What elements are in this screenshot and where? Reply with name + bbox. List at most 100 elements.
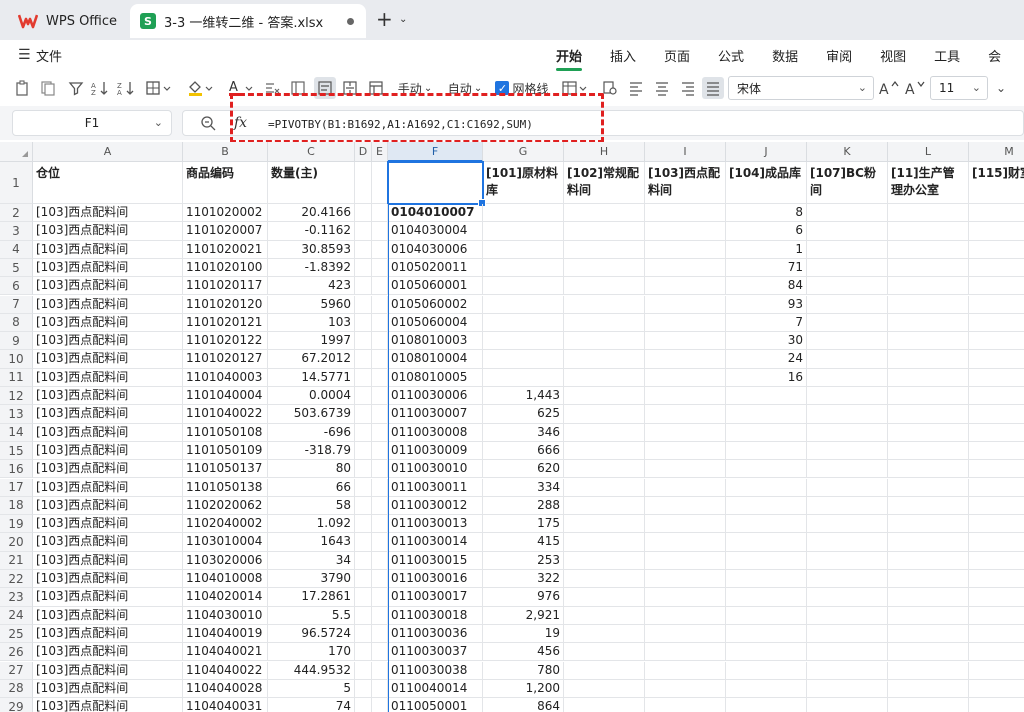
table-cell[interactable]: [355, 606, 372, 625]
row-header[interactable]: 2: [0, 204, 33, 223]
table-cell[interactable]: 5: [268, 679, 355, 699]
table-cell[interactable]: 0105060001: [388, 277, 483, 296]
table-cell[interactable]: [726, 405, 807, 424]
table-cell[interactable]: 14.5771: [268, 368, 355, 387]
table-cell[interactable]: 1101020002: [183, 204, 268, 223]
table-cell[interactable]: [645, 478, 726, 497]
tab-home[interactable]: 开始: [556, 46, 583, 71]
table-cell[interactable]: [969, 607, 1024, 625]
table-cell[interactable]: [888, 405, 969, 424]
table-cell[interactable]: [726, 478, 807, 497]
table-cell[interactable]: [372, 405, 388, 424]
wrap-text-icon[interactable]: [314, 77, 336, 99]
table-cell[interactable]: [103]西点配料间: [33, 240, 183, 259]
table-cell[interactable]: [372, 222, 388, 241]
table-cell[interactable]: 620: [483, 460, 564, 479]
table-cell[interactable]: [807, 258, 888, 278]
table-cell[interactable]: [645, 350, 726, 369]
table-cell[interactable]: [726, 551, 807, 570]
select-all-corner[interactable]: [0, 142, 33, 162]
row-header[interactable]: 15: [0, 441, 33, 461]
column-header-j[interactable]: J: [726, 142, 807, 162]
table-cell[interactable]: [807, 588, 888, 607]
table-cell[interactable]: 625: [483, 405, 564, 424]
table-cell[interactable]: [103]西点配料间: [33, 624, 183, 644]
table-cell[interactable]: [564, 551, 645, 570]
table-cell[interactable]: [103]西点配料间: [33, 350, 183, 369]
table-cell[interactable]: [888, 624, 969, 644]
column-header-c[interactable]: C: [268, 142, 355, 162]
table-cell[interactable]: 253: [483, 551, 564, 570]
table-cell[interactable]: [103]西点配料间: [33, 405, 183, 424]
table-cell[interactable]: [807, 313, 888, 333]
table-cell[interactable]: [807, 570, 888, 589]
table-cell[interactable]: [807, 204, 888, 223]
table-cell[interactable]: [355, 551, 372, 570]
table-cell[interactable]: [564, 258, 645, 278]
table-cell[interactable]: 1103020006: [183, 551, 268, 570]
table-cell[interactable]: [372, 387, 388, 406]
fill-color-icon[interactable]: [186, 77, 216, 99]
table-cell[interactable]: [645, 313, 726, 333]
table-cell[interactable]: [888, 570, 969, 589]
row-header[interactable]: 3: [0, 222, 33, 241]
table-cell[interactable]: 1101020021: [183, 240, 268, 259]
table-cell[interactable]: [807, 533, 888, 552]
table-cell[interactable]: 170: [268, 643, 355, 662]
table-cell[interactable]: [969, 552, 1024, 570]
spreadsheet-grid[interactable]: A B C D E F G H I J K L M 1 仓位 商品编码 数量(主) [101]原材料库 [102]常…: [0, 142, 1024, 712]
table-cell[interactable]: [969, 680, 1024, 699]
table-cell[interactable]: -1.8392: [268, 258, 355, 278]
table-cell[interactable]: [372, 570, 388, 589]
row-header[interactable]: 25: [0, 624, 33, 644]
table-cell[interactable]: [645, 441, 726, 461]
table-cell[interactable]: 6: [726, 222, 807, 241]
insert-function-icon[interactable]: fx: [234, 115, 247, 131]
table-cell[interactable]: [888, 533, 969, 552]
table-cell[interactable]: [888, 661, 969, 680]
table-cell[interactable]: 1101050137: [183, 460, 268, 479]
table-cell[interactable]: [969, 424, 1024, 442]
table-cell[interactable]: [564, 496, 645, 516]
table-cell[interactable]: [888, 698, 969, 712]
table-cell[interactable]: [645, 551, 726, 570]
table-cell[interactable]: [969, 204, 1024, 223]
table-cell[interactable]: [355, 313, 372, 333]
merge-cells-icon[interactable]: [340, 77, 360, 99]
row-header[interactable]: 13: [0, 405, 33, 424]
row-header[interactable]: 27: [0, 661, 33, 680]
table-cell[interactable]: [888, 478, 969, 497]
table-cell[interactable]: [645, 588, 726, 607]
header-cell-e[interactable]: [372, 162, 388, 204]
table-cell[interactable]: [888, 295, 969, 314]
table-cell[interactable]: 8: [726, 204, 807, 223]
gridlines-checkbox[interactable]: ✓ 网格线: [494, 77, 550, 99]
table-cell[interactable]: [726, 643, 807, 662]
decrease-font-icon[interactable]: A: [904, 77, 926, 99]
table-cell[interactable]: 19: [483, 624, 564, 644]
row-header[interactable]: 14: [0, 423, 33, 442]
table-cell[interactable]: 74: [268, 698, 355, 712]
table-cell[interactable]: [807, 350, 888, 369]
column-header-b[interactable]: B: [183, 142, 268, 162]
table-cell[interactable]: [969, 314, 1024, 333]
more-options-chevron-icon[interactable]: ⌄: [992, 77, 1010, 99]
table-cell[interactable]: [888, 313, 969, 333]
table-cell[interactable]: [645, 679, 726, 699]
table-cell[interactable]: 0110040014: [388, 679, 483, 699]
table-cell[interactable]: [888, 240, 969, 259]
table-cell[interactable]: [103]西点配料间: [33, 222, 183, 241]
tab-view[interactable]: 视图: [880, 46, 906, 65]
table-cell[interactable]: [969, 222, 1024, 241]
table-cell[interactable]: [355, 332, 372, 351]
table-cell[interactable]: [564, 368, 645, 387]
table-cell[interactable]: [103]西点配料间: [33, 570, 183, 589]
table-cell[interactable]: [726, 533, 807, 552]
table-cell[interactable]: [103]西点配料间: [33, 313, 183, 333]
table-cell[interactable]: [807, 478, 888, 497]
align-right-icon[interactable]: [678, 77, 698, 99]
table-cell[interactable]: 17.2861: [268, 588, 355, 607]
table-cell[interactable]: [969, 588, 1024, 607]
font-size-select[interactable]: 11 ⌄: [930, 76, 988, 100]
table-cell[interactable]: [807, 679, 888, 699]
